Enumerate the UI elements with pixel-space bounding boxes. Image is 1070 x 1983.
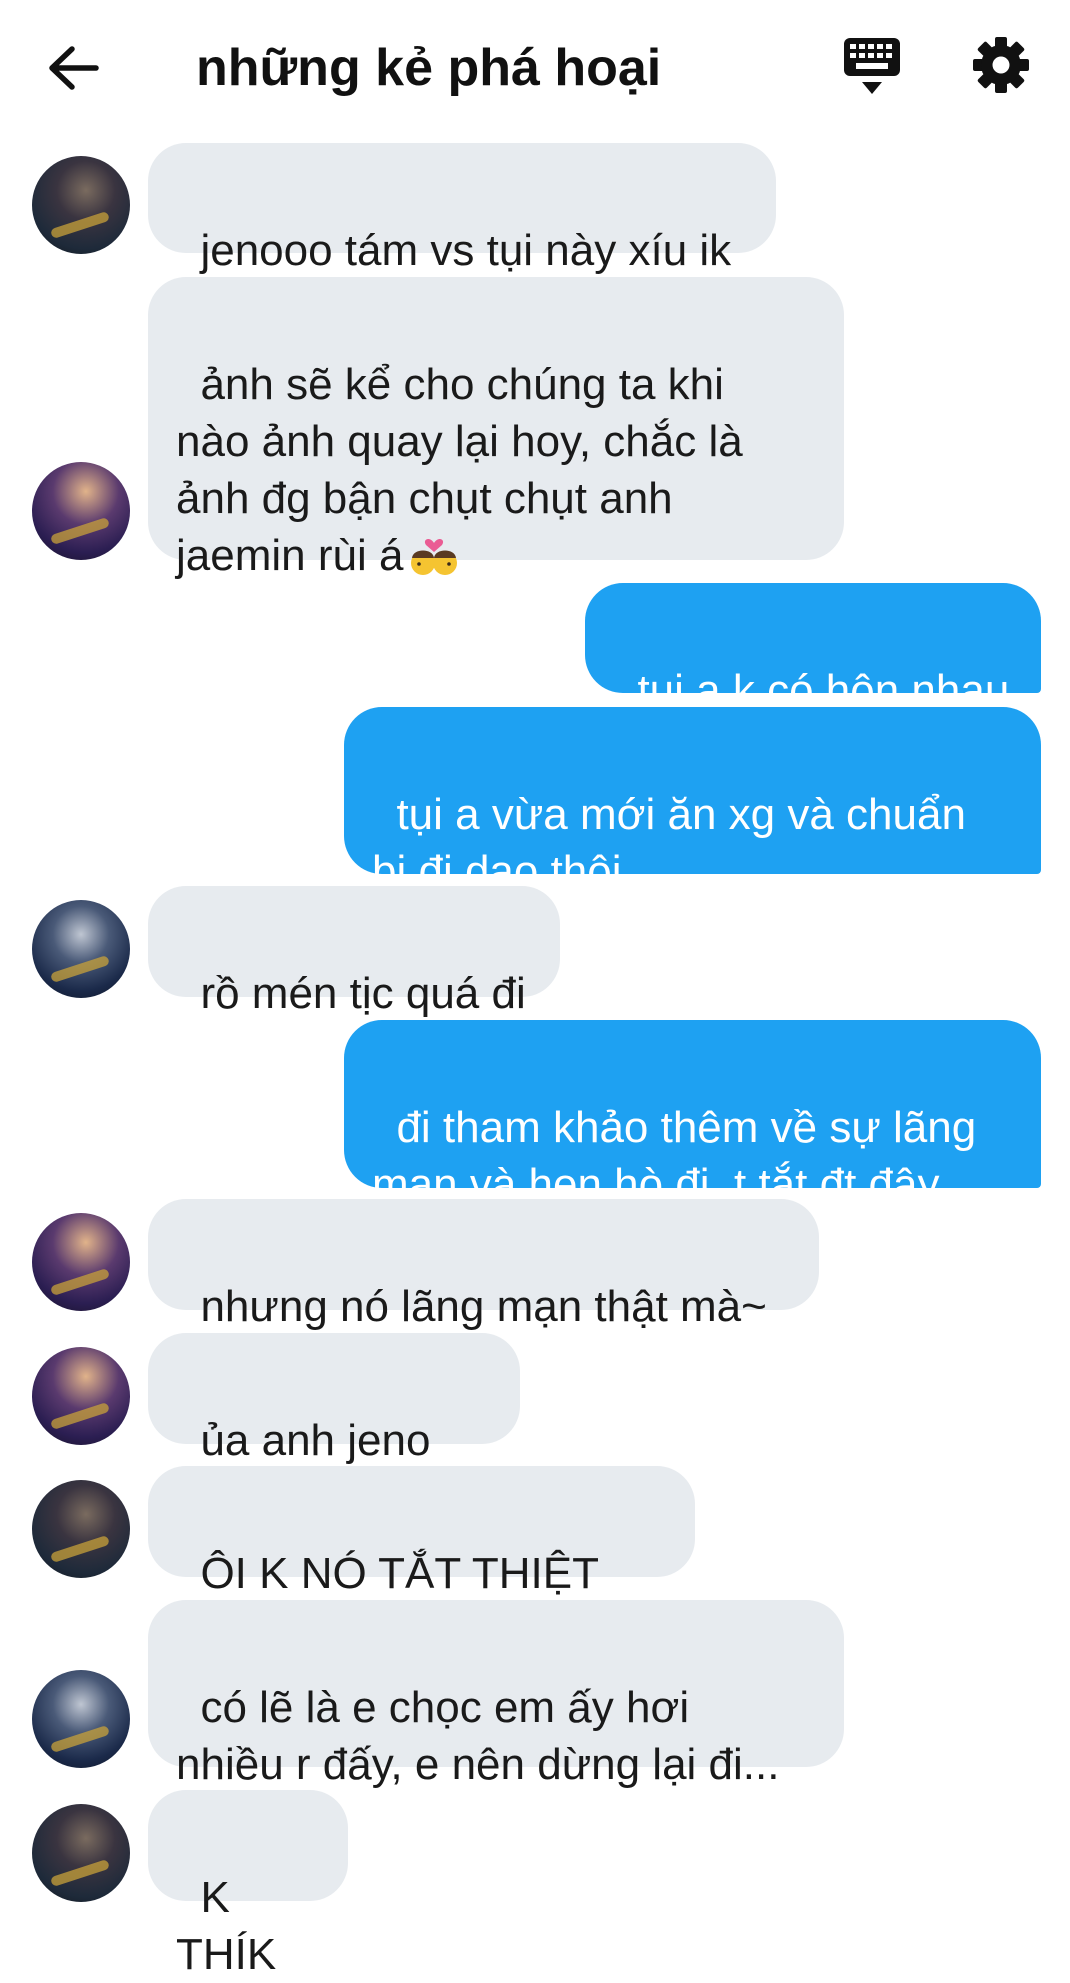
message-text: jenooo tám vs tụi này xíu ik [200, 226, 732, 275]
avatar[interactable] [32, 1213, 130, 1311]
settings-button[interactable] [972, 36, 1030, 94]
gear-icon [973, 37, 1029, 93]
message-bubble-outgoing: tụi a vừa mới ăn xg và chuẩn bị đi dạo t… [344, 707, 1041, 896]
avatar[interactable] [32, 1347, 130, 1445]
message-text: nhưng nó lãng mạn thật mà~ [200, 1282, 767, 1331]
message-text: đi tham khảo thêm về sự lãng mạn và hẹn … [372, 1103, 977, 1209]
keyboard-icon [844, 38, 900, 94]
avatar[interactable] [32, 900, 130, 998]
back-arrow-icon [49, 46, 99, 90]
message-bubble-outgoing: tụi a k có hôn nhau [585, 583, 1041, 715]
message-text: K THÍK [176, 1873, 277, 1979]
message-bubble-incoming: có lẽ là e chọc em ấy hơi nhiều r đấy, e… [148, 1600, 844, 1789]
avatar[interactable] [32, 1804, 130, 1902]
message-bubble-incoming: ÔI K NÓ TẮT THIỆT KÌA [148, 1466, 695, 1655]
message-bubble-incoming: ảnh sẽ kể cho chúng ta khi nào ảnh quay … [148, 277, 844, 580]
message-bubble-incoming: ủa anh jeno ơi? [148, 1333, 520, 1522]
back-button[interactable] [44, 40, 104, 96]
avatar[interactable] [32, 156, 130, 254]
avatar[interactable] [32, 1670, 130, 1768]
message-bubble-incoming: nhưng nó lãng mạn thật mà~ [148, 1199, 819, 1331]
kiss-emoji-icon [411, 538, 458, 575]
avatar[interactable] [32, 462, 130, 560]
message-text: tụi a vừa mới ăn xg và chuẩn bị đi dạo t… [372, 790, 966, 896]
keyboard-button[interactable] [842, 34, 902, 98]
message-bubble-incoming: K THÍK [148, 1790, 348, 1979]
message-bubble-incoming: rồ mén tịc quá đi [148, 886, 560, 1018]
chat-title: những kẻ phá hoại [196, 39, 662, 97]
message-bubble-outgoing: đi tham khảo thêm về sự lãng mạn và hẹn … [344, 1020, 1041, 1209]
chat-header: những kẻ phá hoại [0, 0, 1070, 140]
avatar[interactable] [32, 1480, 130, 1578]
message-text: rồ mén tịc quá đi [200, 969, 526, 1018]
message-text: có lẽ là e chọc em ấy hơi nhiều r đấy, e… [176, 1683, 780, 1789]
message-bubble-incoming: jenooo tám vs tụi này xíu ik [148, 143, 776, 275]
